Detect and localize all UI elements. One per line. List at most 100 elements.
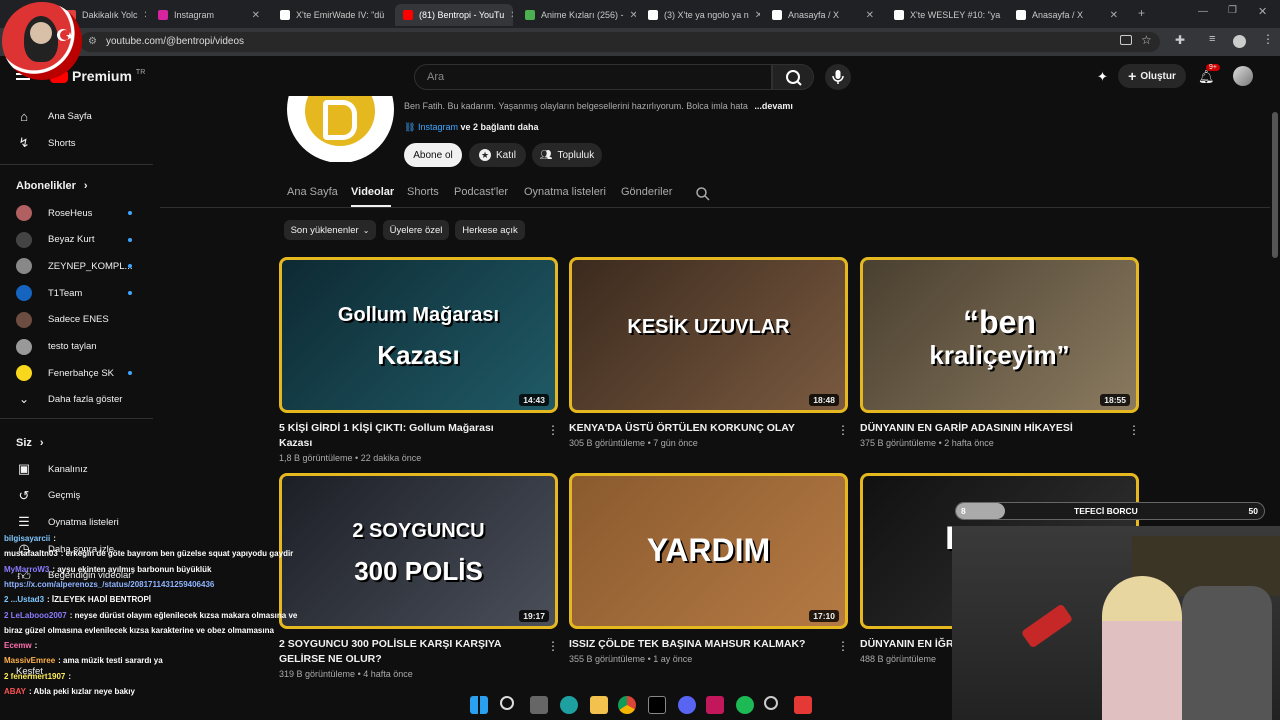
join-button[interactable]: ★ Katıl: [469, 143, 526, 167]
sidebar-you-item[interactable]: ↺ Geçmiş: [16, 485, 81, 507]
sidebar-sub-item[interactable]: RoseHeus: [16, 202, 92, 224]
you-heading[interactable]: Siz ›: [16, 437, 44, 449]
browser-tab[interactable]: (3) X'te ya ngolo ya n ✕: [640, 4, 760, 26]
task-view-icon[interactable]: [530, 696, 548, 714]
tab-close-icon[interactable]: ✕: [866, 10, 874, 21]
channel-search-icon[interactable]: [695, 186, 711, 207]
channel-tab[interactable]: Videolar: [351, 186, 394, 198]
sidebar-you-item[interactable]: ▣ Kanalınız: [16, 458, 88, 480]
chip-members[interactable]: Üyelere özel: [383, 220, 449, 240]
search-button[interactable]: [772, 64, 814, 90]
chip-latest[interactable]: Son yüklenenler ⌄: [284, 220, 376, 240]
sidebar-divider: [0, 164, 153, 165]
tab-close-icon[interactable]: ✕: [510, 10, 513, 21]
channel-tab[interactable]: Ana Sayfa: [287, 186, 338, 198]
tab-close-icon[interactable]: ✕: [390, 10, 391, 21]
bookmark-star-icon[interactable]: ☆: [1141, 33, 1152, 47]
video-thumbnail[interactable]: Gollum Mağarası Kazası 14:43: [279, 257, 558, 413]
search-input[interactable]: Ara: [414, 64, 772, 90]
window-restore-icon[interactable]: ❐: [1228, 5, 1237, 16]
browser-menu-icon[interactable]: ⋮: [1262, 32, 1274, 46]
extensions-icon[interactable]: ✚: [1175, 33, 1185, 47]
more-links[interactable]: ve 2 bağlantı daha: [461, 122, 539, 132]
sidebar-item-home[interactable]: ⌂ Ana Sayfa: [16, 105, 92, 127]
sidebar-sub-item[interactable]: Beyaz Kurt: [16, 229, 94, 251]
tab-close-icon[interactable]: ✕: [1110, 10, 1118, 21]
edge-icon[interactable]: [560, 696, 578, 714]
new-tab-button[interactable]: +: [1138, 6, 1145, 20]
settings-gear-icon[interactable]: [764, 696, 778, 710]
more-actions-icon[interactable]: ⋮: [837, 639, 849, 653]
channel-tab[interactable]: Podcast'ler: [454, 186, 508, 198]
more-actions-icon[interactable]: ⋮: [1128, 423, 1140, 437]
description-more[interactable]: ...devamı: [754, 101, 793, 111]
app-icon-pink[interactable]: [706, 696, 724, 714]
tab-close-icon[interactable]: ✕: [252, 10, 260, 21]
discord-icon[interactable]: [678, 696, 696, 714]
browser-tab[interactable]: X'te EmirWade IV: "dü ✕: [272, 4, 391, 26]
voice-search-button[interactable]: [825, 64, 851, 90]
chrome-icon[interactable]: [618, 696, 636, 714]
channel-tab[interactable]: Shorts: [407, 186, 439, 198]
windows-start-icon[interactable]: [470, 696, 488, 714]
video-title[interactable]: DÜNYANIN EN GARİP ADASININ HİKAYESİ: [860, 421, 1110, 436]
channel-avatar: [287, 96, 394, 162]
taskbar-search-icon[interactable]: [500, 696, 514, 710]
channel-tab[interactable]: Oynatma listeleri: [524, 186, 606, 198]
subscribe-button[interactable]: Abone ol: [404, 143, 462, 167]
video-title[interactable]: ISSIZ ÇÖLDE TEK BAŞINA MAHSUR KALMAK?: [569, 637, 819, 652]
tab-close-icon[interactable]: ✕: [144, 10, 146, 21]
spotify-icon[interactable]: [736, 696, 754, 714]
sidebar-sub-item[interactable]: Fenerbahçe SK: [16, 362, 114, 384]
browser-tab[interactable]: X'te WESLEY #10: "ya✕: [886, 4, 1004, 26]
channel-tab[interactable]: Gönderiler: [621, 186, 672, 198]
chip-public[interactable]: Herkese açık: [455, 220, 525, 240]
tab-title: Anime Kızları (256) -: [541, 10, 624, 20]
sidebar-show-more[interactable]: ⌄ Daha fazla göster: [16, 388, 123, 410]
url-field[interactable]: ⚙ youtube.com/@bentropi/videos: [80, 32, 1160, 52]
window-minimize-icon[interactable]: —: [1198, 6, 1208, 17]
subscriptions-heading[interactable]: Abonelikler ›: [16, 180, 88, 192]
browser-tab[interactable]: Anasayfa / X ✕: [1008, 4, 1126, 26]
video-thumbnail[interactable]: YARDIM 17:10: [569, 473, 848, 629]
streaming-app-icon[interactable]: [794, 696, 812, 714]
video-title[interactable]: 5 KİŞİ GİRDİ 1 KİŞİ ÇIKTI: Gollum Mağara…: [279, 421, 529, 451]
tab-close-icon[interactable]: ✕: [755, 10, 760, 21]
more-actions-icon[interactable]: ⋮: [547, 423, 559, 437]
browser-tab[interactable]: Anasayfa / X ✕: [764, 4, 882, 26]
media-control-icon[interactable]: ≡: [1209, 33, 1215, 45]
sidebar-sub-item[interactable]: T1Team: [16, 282, 82, 304]
chevron-right-icon: ›: [39, 437, 44, 449]
x-app-icon[interactable]: [648, 696, 666, 714]
community-button[interactable]: 👥︎ Topluluk: [532, 143, 602, 167]
more-actions-icon[interactable]: ⋮: [547, 639, 559, 653]
sidebar-sub-item[interactable]: testo taylan: [16, 336, 97, 358]
browser-tab[interactable]: Anime Kızları (256) - ✕: [517, 4, 636, 26]
tab-close-icon[interactable]: ✕: [630, 10, 636, 21]
browser-tab[interactable]: Instagram ✕: [150, 4, 268, 26]
window-close-icon[interactable]: ✕: [1258, 5, 1267, 18]
create-button[interactable]: + Oluştur: [1118, 64, 1186, 88]
sidebar-sub-item[interactable]: Sadece ENES: [16, 309, 109, 331]
instagram-link[interactable]: Instagram: [418, 122, 458, 132]
sidebar-item-shorts[interactable]: ↯ Shorts: [16, 132, 76, 154]
create-label: Oluştur: [1140, 70, 1176, 82]
site-info-icon[interactable]: ⚙: [88, 32, 97, 52]
browser-profile-icon[interactable]: [1233, 35, 1246, 48]
more-actions-icon[interactable]: ⋮: [837, 423, 849, 437]
video-title[interactable]: KENYA'DA ÜSTÜ ÖRTÜLEN KORKUNÇ OLAY: [569, 421, 819, 436]
premium-gift-icon[interactable]: ✦: [1097, 69, 1108, 85]
sidebar-sub-item[interactable]: ZEYNEP_KOMPL...: [16, 255, 132, 277]
sidebar-you-item[interactable]: ☰ Oynatma listeleri: [16, 511, 119, 533]
video-thumbnail[interactable]: KESİK UZUVLAR 18:48: [569, 257, 848, 413]
tab-favicon-icon: [772, 10, 782, 20]
profile-avatar[interactable]: [2, 2, 82, 80]
notifications-button[interactable]: 🔔︎ 9+: [1198, 64, 1220, 86]
install-app-icon[interactable]: [1120, 35, 1132, 45]
browser-tab[interactable]: (81) Bentropi - YouTu ✕: [395, 4, 513, 26]
video-meta: 305 B görüntüleme • 7 gün önce: [569, 438, 698, 448]
account-avatar[interactable]: [1233, 66, 1253, 86]
video-thumbnail[interactable]: “ben kraliçeyim” 18:55: [860, 257, 1139, 413]
file-explorer-icon[interactable]: [590, 696, 608, 714]
page-scrollbar[interactable]: [1272, 112, 1278, 258]
